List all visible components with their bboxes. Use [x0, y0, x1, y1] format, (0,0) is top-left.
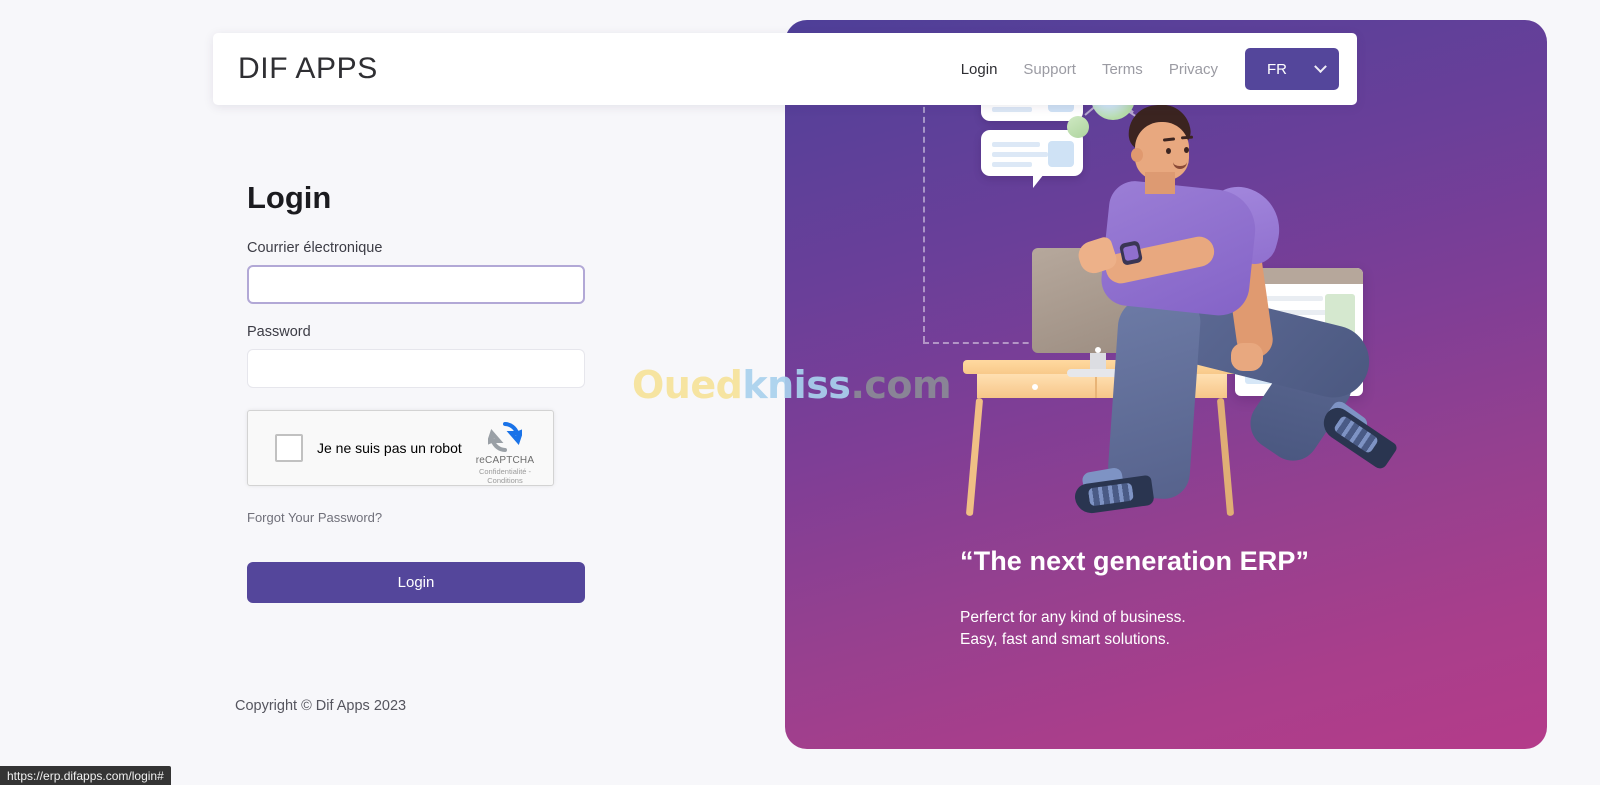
login-submit-button[interactable]: Login — [247, 562, 585, 603]
browser-status-bar: https://erp.difapps.com/login# — [0, 766, 171, 785]
chevron-down-icon — [1314, 59, 1327, 73]
nav-link-terms[interactable]: Terms — [1089, 62, 1156, 77]
page-title: Login — [247, 180, 332, 215]
dashed-line-left — [923, 77, 925, 342]
nav-link-privacy[interactable]: Privacy — [1156, 62, 1231, 77]
email-field[interactable] — [247, 265, 585, 304]
recaptcha-checkbox[interactable] — [275, 434, 303, 462]
runner-character — [935, 60, 1399, 516]
hero-copy: “The next generation ERP” Perferct for a… — [960, 546, 1520, 651]
status-bar-url: https://erp.difapps.com/login# — [7, 768, 164, 783]
copyright-text: Copyright © Dif Apps 2023 — [235, 698, 407, 714]
login-form: Login Courrier électronique Password Je … — [247, 180, 585, 603]
nav-link-login[interactable]: Login — [948, 62, 1011, 77]
email-label: Courrier électronique — [247, 240, 383, 256]
header-bar: DIF APPS Login Support Terms Privacy FR — [213, 33, 1357, 105]
hero-panel: “The next generation ERP” Perferct for a… — [785, 20, 1547, 749]
hero-subtitle-line-1: Perferct for any kind of business. — [960, 609, 1186, 626]
brand-logo[interactable]: DIF APPS — [238, 52, 378, 86]
recaptcha-brand-label: reCAPTCHA — [475, 455, 535, 466]
watermark-part-1: Oued — [632, 363, 743, 407]
language-selector[interactable]: FR — [1245, 48, 1339, 90]
hero-quote: “The next generation ERP” — [960, 546, 1310, 576]
nav-link-support[interactable]: Support — [1010, 62, 1089, 77]
password-label: Password — [247, 324, 311, 340]
recaptcha-legal-links[interactable]: Confidentialité - Conditions — [466, 467, 544, 485]
forgot-password-link[interactable]: Forgot Your Password? — [247, 510, 585, 525]
hero-subtitle-line-2: Easy, fast and smart solutions. — [960, 631, 1170, 648]
language-selector-value: FR — [1267, 60, 1287, 78]
recaptcha-label: Je ne suis pas un robot — [317, 440, 462, 456]
recaptcha-branding: reCAPTCHA Confidentialité - Conditions — [466, 420, 544, 485]
main-nav: Login Support Terms Privacy FR — [948, 48, 1339, 90]
recaptcha-widget[interactable]: Je ne suis pas un robot reCAPTCHA Confid… — [247, 410, 554, 486]
password-field[interactable] — [247, 349, 585, 388]
recaptcha-icon — [485, 420, 525, 454]
login-page: “The next generation ERP” Perferct for a… — [0, 0, 1600, 785]
